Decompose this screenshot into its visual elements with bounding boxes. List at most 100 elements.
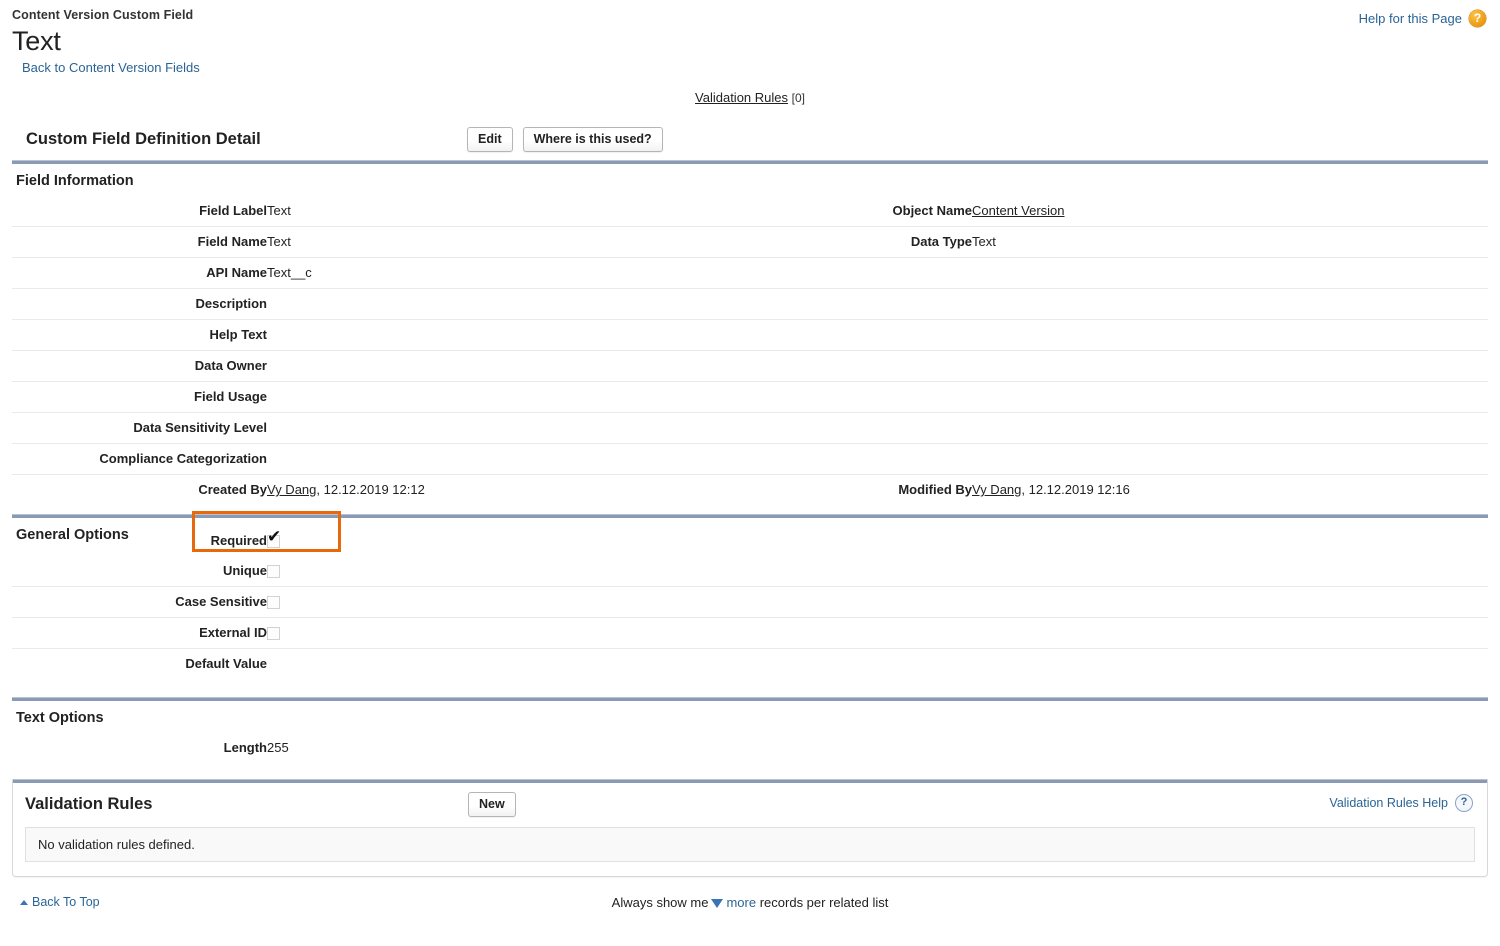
empty-label [722, 556, 972, 587]
required-checkbox [267, 529, 281, 549]
validation-rules-empty-message: No validation rules defined. [25, 827, 1475, 862]
empty-label [722, 526, 972, 556]
empty-label [722, 413, 972, 444]
field-usage-value [267, 382, 722, 413]
created-by-label: Created By [198, 482, 267, 497]
table-row: Length 255 [12, 733, 1488, 763]
description-value [267, 289, 722, 320]
data-owner-label: Data Owner [194, 358, 267, 373]
empty-value [972, 258, 1488, 289]
modified-by-timestamp: , 12.12.2019 12:16 [1021, 482, 1130, 497]
external-id-checkbox [267, 627, 280, 641]
help-question-circle-icon[interactable]: ? [1455, 794, 1473, 812]
breadcrumb-eyebrow: Content Version Custom Field [12, 8, 194, 22]
field-label-value: Text [267, 203, 291, 218]
default-value-value [267, 649, 722, 680]
empty-value [972, 289, 1488, 320]
table-row: Compliance Categorization [12, 444, 1488, 475]
table-row: Default Value [12, 649, 1488, 680]
length-value: 255 [267, 740, 289, 755]
required-value [267, 526, 722, 556]
empty-value [972, 526, 1488, 556]
external-id-value [267, 618, 722, 649]
data-type-value: Text [972, 234, 996, 249]
where-is-this-used-button[interactable]: Where is this used? [522, 127, 663, 152]
always-show-suffix: records per related list [759, 895, 889, 910]
empty-value [972, 351, 1488, 382]
data-sensitivity-level-label: Data Sensitivity Level [133, 420, 267, 435]
back-to-content-version-fields-link[interactable]: Back to Content Version Fields [22, 60, 200, 75]
page-title: Text [12, 26, 61, 56]
detail-button-row: Edit Where is this used? [467, 127, 663, 152]
text-options-table: Length 255 [12, 733, 1488, 763]
object-name-label: Object Name [892, 203, 972, 218]
related-list-nav: Validation Rules [0] [0, 90, 1500, 105]
validation-rules-help-link[interactable]: Validation Rules Help [1329, 796, 1448, 810]
unique-label: Unique [222, 563, 267, 578]
table-row: Created By Vy Dang, 12.12.2019 12:12 Mod… [12, 475, 1488, 506]
empty-label [722, 733, 972, 763]
validation-rules-help: Validation Rules Help ? [1329, 794, 1473, 812]
triangle-down-icon[interactable] [711, 899, 724, 908]
general-options-table: Required Unique Case Sensitive External … [12, 526, 1488, 679]
api-name-label: API Name [206, 265, 267, 280]
field-information-table: Field Label Text Object Name Content Ver… [12, 196, 1488, 505]
help-for-this-page-link[interactable]: Help for this Page [1359, 11, 1462, 26]
validation-rules-title: Validation Rules [25, 795, 153, 813]
case-sensitive-label: Case Sensitive [175, 594, 267, 609]
empty-label [722, 649, 972, 680]
edit-button[interactable]: Edit [467, 127, 513, 152]
table-row: Description [12, 289, 1488, 320]
general-options-section: General Options Required Unique Case Sen… [12, 511, 1488, 679]
modified-by-label: Modified By [898, 482, 972, 497]
table-row: Field Name Text Data Type Text [12, 227, 1488, 258]
help-for-this-page: Help for this Page ? [1359, 10, 1486, 27]
validation-rules-anchor-link[interactable]: Validation Rules [695, 90, 788, 105]
more-records-link[interactable]: more [726, 895, 756, 910]
description-label: Description [195, 296, 267, 311]
table-row: Data Owner [12, 351, 1488, 382]
empty-value [972, 444, 1488, 475]
created-by-timestamp: , 12.12.2019 12:12 [316, 482, 425, 497]
modified-by-user-link[interactable]: Vy Dang [972, 482, 1021, 497]
empty-value [972, 649, 1488, 680]
text-options-section-title: Text Options [16, 710, 104, 726]
table-row: Field Label Text Object Name Content Ver… [12, 196, 1488, 227]
empty-value [972, 320, 1488, 351]
help-question-orb-icon[interactable]: ? [1469, 10, 1486, 27]
compliance-categorization-value [267, 444, 722, 475]
data-type-label: Data Type [910, 234, 972, 249]
empty-value [972, 733, 1488, 763]
empty-value [972, 556, 1488, 587]
page-header: Content Version Custom Field Text Back t… [0, 0, 1500, 75]
data-owner-value [267, 351, 722, 382]
validation-rules-header: Validation Rules New Validation Rules He… [13, 783, 1487, 827]
validation-rules-related-list: Validation Rules New Validation Rules He… [12, 779, 1488, 877]
field-name-label: Field Name [197, 234, 267, 249]
empty-label [722, 320, 972, 351]
empty-value [972, 587, 1488, 618]
custom-field-definition-detail: Custom Field Definition Detail Edit Wher… [12, 127, 1488, 763]
table-row: Required [12, 526, 1488, 556]
unique-value [267, 556, 722, 587]
field-information-section-title: Field Information [16, 173, 134, 189]
default-value-label: Default Value [185, 656, 267, 671]
help-text-label: Help Text [209, 327, 267, 342]
unique-checkbox [267, 565, 280, 579]
table-row: Unique [12, 556, 1488, 587]
new-validation-rule-button[interactable]: New [468, 792, 516, 817]
table-row: Case Sensitive [12, 587, 1488, 618]
content-version-link[interactable]: Content Version [972, 203, 1065, 218]
empty-label [722, 289, 972, 320]
empty-label [722, 258, 972, 289]
empty-label [722, 444, 972, 475]
data-sensitivity-level-value [267, 413, 722, 444]
case-sensitive-checkbox [267, 596, 280, 610]
field-label-label: Field Label [199, 203, 267, 218]
table-row: API Name Text__c [12, 258, 1488, 289]
field-usage-label: Field Usage [194, 389, 267, 404]
external-id-label: External ID [199, 625, 267, 640]
empty-label [722, 382, 972, 413]
field-name-value: Text [267, 234, 291, 249]
created-by-user-link[interactable]: Vy Dang [267, 482, 316, 497]
